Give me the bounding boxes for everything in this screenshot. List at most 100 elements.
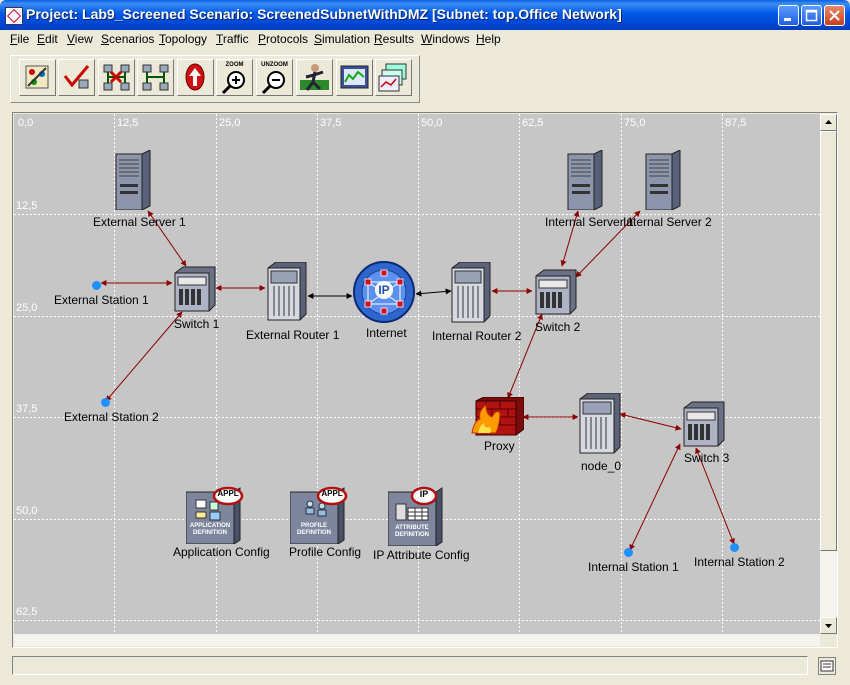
switch-1-node[interactable]: [171, 265, 217, 315]
title-bar[interactable]: Project: Lab9_Screened Scenario: Screene…: [0, 0, 850, 30]
ip-attribute-config-node[interactable]: IP ATTRIBUTE DEFINITION: [387, 486, 446, 547]
checkmark-links-icon: [63, 65, 90, 89]
running-man-icon: [300, 64, 329, 91]
object-palette-icon: [25, 65, 49, 89]
internal-server-2-node[interactable]: [644, 149, 682, 211]
menu-file[interactable]: File: [10, 32, 29, 46]
internal-server-1-node[interactable]: [566, 149, 604, 211]
hide-show-graphs-button[interactable]: [375, 59, 412, 96]
internet-label: Internet: [366, 326, 407, 340]
external-station-1-node[interactable]: [92, 281, 101, 290]
maximize-button[interactable]: [801, 5, 822, 26]
message-log-icon: [820, 660, 834, 672]
router-chassis-icon: [451, 261, 491, 323]
vertical-scrollbar[interactable]: [820, 114, 837, 634]
appl-badge: APPL: [321, 489, 343, 498]
scroll-up-button[interactable]: [820, 114, 837, 131]
firewall-icon: [471, 396, 525, 436]
proxy-node[interactable]: [470, 396, 525, 437]
menu-topology[interactable]: Topology: [159, 32, 207, 46]
fail-link-icon: [103, 64, 130, 91]
profile-definition-caption-1: PROFILE: [300, 523, 327, 529]
menu-edit[interactable]: Edit: [37, 32, 58, 46]
external-station-2-label: External Station 2: [64, 410, 159, 424]
zoom-caption: ZOOM: [225, 62, 244, 68]
horizontal-scrollbar[interactable]: [14, 634, 820, 646]
internal-station-2-label: Internal Station 2: [694, 555, 785, 569]
menu-help[interactable]: Help: [476, 32, 501, 46]
menu-windows[interactable]: Windows: [421, 32, 470, 46]
ip-badge: IP: [419, 489, 429, 499]
profile-config-label: Profile Config: [289, 545, 362, 559]
internal-server-1-label: Internal Server 1: [545, 215, 634, 229]
switch-icon: [174, 266, 216, 312]
switch-icon: [683, 401, 725, 447]
router-chassis-icon: [579, 392, 621, 454]
menu-results[interactable]: Results: [374, 32, 414, 46]
unzoom-caption: UNZOOM: [261, 62, 288, 68]
configure-discrete-event-simulation-button[interactable]: [296, 59, 333, 96]
switch-2-node[interactable]: [532, 268, 578, 318]
attribute-definition-caption-2: DEFINITION: [395, 532, 429, 538]
profile-config-node[interactable]: APPL PROFILE DEFINITION: [289, 486, 348, 545]
external-router-1-node[interactable]: [266, 261, 308, 322]
internal-server-2-label: Internal Server 2: [623, 215, 712, 229]
switch-1-label: Switch 1: [174, 317, 220, 331]
network-canvas[interactable]: 0,0 12,5 25,0 37,5 50,0 62,5 75,0 87,5 1…: [14, 114, 820, 634]
toolbar: ZOOM UNZOOM: [10, 55, 420, 103]
maximize-icon: [805, 9, 818, 22]
internal-station-1-node[interactable]: [624, 548, 633, 557]
router-chassis-icon: [267, 261, 307, 321]
arrow-down-icon: [825, 624, 832, 628]
internal-router-2-label: Internal Router 2: [432, 329, 522, 343]
menu-scenarios[interactable]: Scenarios: [101, 32, 154, 46]
application-config-node[interactable]: APPL APPLICATION DEFINITION: [185, 486, 244, 545]
menu-simulation[interactable]: Simulation: [314, 32, 370, 46]
node-0-node[interactable]: [578, 392, 622, 455]
internal-station-2-node[interactable]: [730, 543, 739, 552]
stacked-graphs-icon: [378, 63, 407, 92]
unzoom-button[interactable]: UNZOOM: [256, 59, 293, 96]
server-tower-icon: [567, 149, 603, 211]
link-station2-switch1[interactable]: [105, 311, 183, 402]
link-node0-switch3[interactable]: [619, 412, 682, 431]
external-server-1-node[interactable]: [114, 149, 152, 211]
internal-station-1-label: Internal Station 1: [588, 560, 679, 574]
link-internet-router2[interactable]: [415, 288, 452, 297]
server-tower-icon: [115, 149, 151, 211]
server-tower-icon: [645, 149, 681, 211]
close-icon: [829, 10, 840, 21]
fail-link-button[interactable]: [98, 59, 135, 96]
close-button[interactable]: [824, 5, 845, 26]
switch-2-label: Switch 2: [535, 320, 581, 334]
up-arrow-icon: [185, 63, 205, 91]
vertical-scroll-thumb[interactable]: [820, 131, 837, 551]
app-icon[interactable]: [5, 7, 23, 25]
internal-router-2-node[interactable]: [450, 261, 492, 324]
internet-node[interactable]: IP: [352, 260, 416, 324]
status-bar: [12, 656, 808, 675]
application-config-label: Application Config: [173, 545, 270, 559]
return-to-parent-button[interactable]: [177, 59, 214, 96]
recover-link-button[interactable]: [137, 59, 174, 96]
menu-protocols[interactable]: Protocols: [258, 32, 308, 46]
external-server-1-label: External Server 1: [93, 215, 186, 229]
menu-traffic[interactable]: Traffic: [216, 32, 249, 46]
external-station-2-node[interactable]: [101, 398, 110, 407]
switch-3-node[interactable]: [680, 400, 726, 450]
minimize-icon: [784, 18, 791, 21]
minimize-button[interactable]: [778, 5, 799, 26]
message-log-button[interactable]: [818, 657, 836, 675]
attribute-definition-caption-1: ATTRIBUTE: [395, 525, 429, 531]
switch-icon: [535, 269, 577, 315]
zoom-button[interactable]: ZOOM: [216, 59, 253, 96]
link-switch3-station1[interactable]: [629, 443, 681, 551]
proxy-label: Proxy: [484, 439, 515, 453]
view-results-button[interactable]: [336, 59, 373, 96]
application-window: Project: Lab9_Screened Scenario: Screene…: [0, 0, 850, 685]
scroll-down-button[interactable]: [820, 617, 837, 634]
verify-links-button[interactable]: [58, 59, 95, 96]
object-palette-button[interactable]: [19, 59, 56, 96]
ip-attribute-config-label: IP Attribute Config: [373, 548, 470, 562]
menu-view[interactable]: View: [67, 32, 93, 46]
